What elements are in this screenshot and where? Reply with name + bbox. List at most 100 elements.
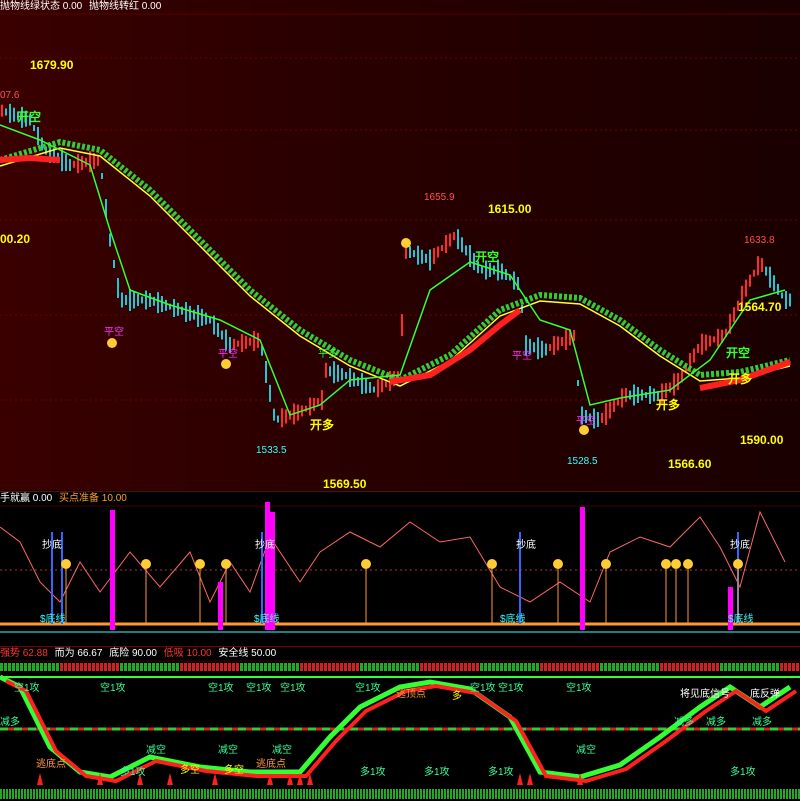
volume-strip (474, 789, 476, 799)
status-strip (68, 663, 71, 671)
status-strip (44, 663, 47, 671)
volume-strip (606, 789, 608, 799)
volume-strip (732, 789, 734, 799)
status-strip (472, 663, 475, 671)
signal-tag: 底反弹 (750, 689, 780, 700)
status-strip (572, 663, 575, 671)
status-strip (312, 663, 315, 671)
volume-strip (297, 789, 299, 799)
emoji-icon (601, 559, 611, 569)
status-strip (620, 663, 623, 671)
status-strip (368, 663, 371, 671)
status-strip (424, 663, 427, 671)
status-strip (220, 663, 223, 671)
status-strip (304, 663, 307, 671)
volume-strip (681, 789, 683, 799)
indicator1-canvas[interactable] (0, 492, 800, 646)
status-strip (52, 663, 55, 671)
slow-band (0, 138, 791, 384)
volume-strip (105, 789, 107, 799)
volume-strip (15, 789, 17, 799)
indicator2-pane[interactable]: 强势 62.88 而为 66.67 底险 90.00 低吸 10.00 安全线 … (0, 646, 800, 801)
status-strip (356, 663, 359, 671)
volume-strip (597, 789, 599, 799)
volume-strip (243, 789, 245, 799)
volume-strip (369, 789, 371, 799)
volume-strip (351, 789, 353, 799)
volume-strip (357, 789, 359, 799)
legend-item: 强势 62.88 (0, 648, 48, 659)
volume-strip (282, 789, 284, 799)
volume-strip (189, 789, 191, 799)
status-strip (632, 663, 635, 671)
signal-tag: 逃底点 (256, 759, 286, 770)
legend-item: 而为 66.67 (54, 648, 103, 659)
status-strip (592, 663, 595, 671)
volume-strip (27, 789, 29, 799)
volume-strip (753, 789, 755, 799)
volume-strip (792, 789, 794, 799)
volume-strip (366, 789, 368, 799)
arrow-icon (212, 773, 218, 785)
volume-strip (306, 789, 308, 799)
volume-strip (513, 789, 515, 799)
volume-strip (207, 789, 209, 799)
emoji-icon (61, 559, 71, 569)
bottom-line-label: $底线 (500, 614, 526, 625)
volume-strip (435, 789, 437, 799)
indicator1-pane[interactable]: 手就赢 0.00 买点准备 10.00 抄底 抄底 抄底 抄底 抄底 $底线 $… (0, 491, 800, 646)
volume-spike (218, 582, 223, 630)
volume-strip (630, 789, 632, 799)
main-price-pane[interactable]: 抛物线绿状态 0.00 抛物线转红 0.00 1679.90 07.6 00.2… (0, 0, 800, 490)
volume-strip (408, 789, 410, 799)
status-strip (344, 663, 347, 671)
volume-strip (345, 789, 347, 799)
volume-strip (93, 789, 95, 799)
volume-strip (510, 789, 512, 799)
volume-strip (735, 789, 737, 799)
volume-strip (744, 789, 746, 799)
status-strip (468, 663, 471, 671)
status-strip (444, 663, 447, 671)
volume-strip (774, 789, 776, 799)
status-strip (584, 663, 587, 671)
price-label: 1633.8 (744, 235, 775, 246)
status-strip (568, 663, 571, 671)
price-chart-canvas[interactable] (0, 0, 800, 490)
volume-strip (174, 789, 176, 799)
status-strip (260, 663, 263, 671)
volume-strip (81, 789, 83, 799)
volume-strip (318, 789, 320, 799)
status-strip (200, 663, 203, 671)
volume-strip (660, 789, 662, 799)
volume-strip (675, 789, 677, 799)
status-strip (604, 663, 607, 671)
volume-strip (528, 789, 530, 799)
volume-strip (468, 789, 470, 799)
status-strip (152, 663, 155, 671)
status-strip (680, 663, 683, 671)
volume-strip (108, 789, 110, 799)
signal-tag: 空1攻 (208, 683, 234, 694)
volume-strip (192, 789, 194, 799)
volume-strip (222, 789, 224, 799)
volume-strip (0, 789, 2, 799)
status-strip (600, 663, 603, 671)
status-strip (320, 663, 323, 671)
volume-strip (177, 789, 179, 799)
volume-strip (462, 789, 464, 799)
price-label: 1528.5 (567, 456, 598, 467)
price-label: 07.6 (0, 90, 20, 101)
volume-strip (489, 789, 491, 799)
bottom-line-label: $底线 (40, 614, 66, 625)
emoji-icon (221, 559, 231, 569)
volume-strip (42, 789, 44, 799)
volume-strip (384, 789, 386, 799)
volume-strip (219, 789, 221, 799)
volume-strip (759, 789, 761, 799)
volume-strip (342, 789, 344, 799)
signal-tag: 减多 (752, 717, 772, 728)
volume-strip (465, 789, 467, 799)
status-strip (460, 663, 463, 671)
volume-strip (33, 789, 35, 799)
